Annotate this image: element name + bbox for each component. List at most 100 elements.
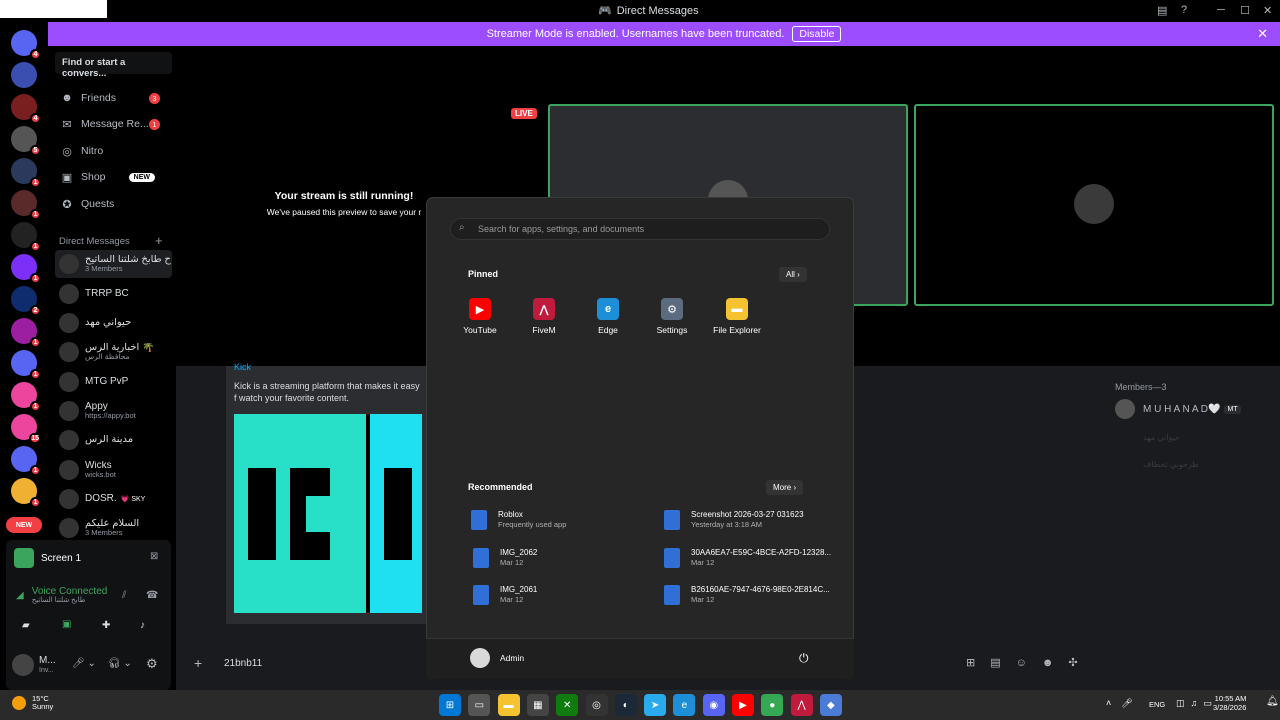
- inbox-icon[interactable]: ▤: [1157, 4, 1167, 17]
- server-icon[interactable]: 1: [11, 478, 41, 508]
- server-icon[interactable]: 4: [11, 30, 41, 60]
- server-icon[interactable]: 1: [11, 222, 41, 252]
- all-apps-label: All: [786, 270, 795, 279]
- server-icon[interactable]: 2: [11, 286, 41, 316]
- attach-plus-icon[interactable]: +: [194, 655, 202, 671]
- nav-item-nitro[interactable]: ◎ Nitro: [55, 139, 170, 163]
- power-icon[interactable]: ⏻: [799, 651, 809, 666]
- dm-item[interactable]: Wicks wicks.bot: [55, 456, 172, 484]
- more-button[interactable]: More ›: [766, 480, 804, 495]
- pinned-app[interactable]: ⋀ FiveM: [517, 298, 571, 335]
- nav-item-quests[interactable]: ✪ Quests: [55, 192, 170, 216]
- recommended-item[interactable]: B26160AE-7947-4676-98E0-2E814C... Mar 12: [664, 585, 834, 606]
- pinned-app[interactable]: ▶ YouTube: [453, 298, 507, 335]
- microphone-icon[interactable]: 🎤︎ ⌄: [72, 658, 96, 669]
- dm-item[interactable]: Appy https://appy.bot: [55, 397, 172, 425]
- avatar: [59, 430, 79, 450]
- language-indicator[interactable]: ENG: [1149, 700, 1165, 709]
- server-icon[interactable]: 1: [11, 318, 41, 348]
- add-dm-icon[interactable]: +: [155, 233, 163, 248]
- network-volume-battery-icons[interactable]: ◫♫▭: [1176, 698, 1218, 709]
- dm-item[interactable]: السلام عليكم 3 Members: [55, 514, 172, 542]
- recommended-item[interactable]: IMG_2061 Mar 12: [473, 585, 643, 606]
- chat-toolbar-icons[interactable]: ⊞▤☺☻✣: [966, 656, 1093, 669]
- disable-button[interactable]: Disable: [792, 26, 842, 42]
- server-icon[interactable]: 15: [11, 414, 41, 444]
- server-icon[interactable]: 5: [11, 126, 41, 156]
- kick-logo-image[interactable]: [234, 414, 422, 613]
- pinned-app[interactable]: e Edge: [581, 298, 635, 335]
- camera-icon[interactable]: ▰: [22, 620, 30, 631]
- find-conversation-input[interactable]: Find or start a convers...: [55, 52, 172, 79]
- help-icon[interactable]: ?: [1181, 4, 1187, 16]
- youtube-icon[interactable]: ▶: [732, 694, 754, 716]
- nav-item-friends[interactable]: ☻ Friends 3: [55, 86, 170, 110]
- fivem-icon[interactable]: ⋀: [790, 694, 813, 716]
- server-icon[interactable]: [11, 62, 37, 88]
- dm-item[interactable]: حيواني مهد: [55, 309, 172, 337]
- server-icon[interactable]: 1: [11, 190, 41, 220]
- nav-item-messagere[interactable]: ✉ Message Re... 1: [55, 112, 170, 136]
- dm-item[interactable]: MTG PvP: [55, 368, 172, 396]
- dm-item[interactable]: DOSR. 💗 SKY: [55, 485, 172, 513]
- store-icon[interactable]: ▦: [526, 694, 549, 716]
- pinned-app[interactable]: ⚙ Settings: [645, 298, 699, 335]
- headphones-icon[interactable]: 🎧︎ ⌄: [108, 658, 132, 669]
- chrome-alt-icon[interactable]: ◎: [585, 694, 608, 716]
- nav-count-badge: 1: [149, 118, 160, 130]
- account-button[interactable]: Admin: [470, 648, 524, 668]
- notification-bell-icon[interactable]: 🔔︎: [1266, 696, 1279, 707]
- member-name[interactable]: حيواني مهد: [1143, 433, 1180, 442]
- disconnect-icon[interactable]: ☎: [146, 590, 158, 601]
- activities-icon[interactable]: ✚: [102, 620, 110, 631]
- share-screen-icon[interactable]: ▣: [62, 619, 71, 630]
- redacted-area: [0, 0, 107, 18]
- xbox-icon[interactable]: ✕: [556, 694, 579, 716]
- stream-tile-2[interactable]: [914, 104, 1274, 306]
- file-explorer-icon[interactable]: ▬: [497, 694, 520, 716]
- nav-item-shop[interactable]: ▣ Shop NEW: [55, 165, 170, 189]
- dm-item[interactable]: أخبارية الرس 🌴 محافظة الرس: [55, 338, 172, 366]
- member-name[interactable]: طرحوني تحطاف: [1143, 460, 1199, 469]
- pinned-app[interactable]: ▬ File Explorer: [709, 298, 765, 335]
- edge-icon[interactable]: e: [673, 694, 696, 716]
- all-apps-button[interactable]: All ›: [779, 267, 807, 282]
- minimize-button[interactable]: ─: [1217, 4, 1225, 16]
- recommended-item[interactable]: 30AA6EA7-E59C-4BCE-A2FD-12328... Mar 12: [664, 548, 834, 569]
- noise-suppression-icon[interactable]: ⫽: [122, 590, 126, 601]
- recommended-item[interactable]: IMG_2062 Mar 12: [473, 548, 643, 569]
- soundboard-icon[interactable]: ♪: [140, 620, 145, 631]
- kick-title[interactable]: Kick: [234, 362, 251, 372]
- dm-item[interactable]: ح طابخ شلتنا الساتيح 3 Members: [55, 250, 172, 278]
- message-input[interactable]: 21bnb11: [224, 658, 262, 669]
- popout-icon[interactable]: ⊠: [150, 551, 158, 562]
- clock[interactable]: 10:55 AM 3/28/2026: [1213, 694, 1246, 713]
- chrome-icon[interactable]: ●: [761, 694, 784, 716]
- steam-icon[interactable]: ◐: [614, 694, 637, 716]
- discord-icon[interactable]: ◉: [702, 694, 725, 716]
- server-icon[interactable]: 4: [11, 94, 41, 124]
- avatar[interactable]: [12, 654, 34, 676]
- server-icon[interactable]: 1: [11, 446, 41, 476]
- start-search-input[interactable]: Search for apps, settings, and documents: [450, 218, 830, 240]
- member-item[interactable]: M U H A N A D🤍 MT: [1115, 399, 1241, 419]
- dm-item[interactable]: TRRP BC: [55, 280, 172, 308]
- server-icon[interactable]: 1: [11, 158, 41, 188]
- maximize-button[interactable]: ☐: [1240, 4, 1250, 17]
- windows-start-icon[interactable]: ⊞: [439, 694, 461, 716]
- server-icon[interactable]: 1: [11, 382, 41, 412]
- recommended-item[interactable]: Screenshot 2026-03-27 031623 Yesterday at…: [664, 510, 834, 531]
- weather-widget[interactable]: 15°C Sunny: [12, 694, 53, 712]
- new-pill[interactable]: NEW: [6, 517, 42, 533]
- dm-item[interactable]: مدينة الرس: [55, 426, 172, 454]
- server-icon[interactable]: 1: [11, 350, 41, 380]
- close-icon[interactable]: ✕: [1257, 26, 1268, 42]
- telegram-icon[interactable]: ➤: [644, 694, 667, 716]
- defender-icon[interactable]: ◆: [819, 694, 842, 716]
- close-button[interactable]: ✕: [1263, 4, 1272, 17]
- task-view-icon[interactable]: ▭: [468, 694, 491, 716]
- recommended-item[interactable]: Roblox Frequently used app: [471, 510, 641, 531]
- settings-gear-icon[interactable]: ⚙: [146, 656, 158, 672]
- tray-icons[interactable]: ˄🎤︎: [1106, 698, 1143, 709]
- server-icon[interactable]: 1: [11, 254, 41, 284]
